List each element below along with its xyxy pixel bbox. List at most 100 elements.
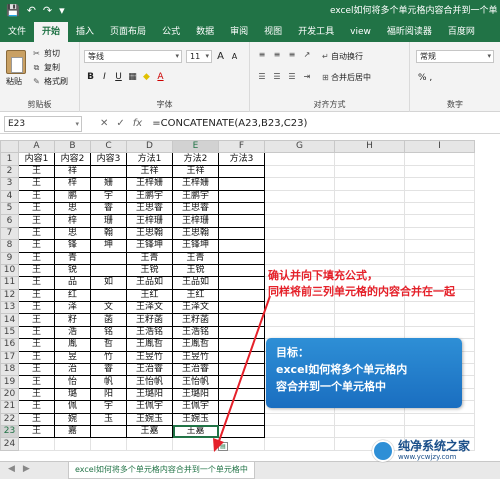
cell-c14[interactable]: 菡: [90, 313, 127, 327]
row-header[interactable]: 11: [0, 276, 19, 290]
cell-c24[interactable]: [90, 437, 127, 451]
shrink-font-button[interactable]: A: [230, 52, 239, 61]
cell-d3[interactable]: 王梓姗: [126, 177, 173, 191]
orientation-icon[interactable]: ↗: [301, 50, 313, 60]
row-header[interactable]: 12: [0, 288, 19, 303]
cell-i22[interactable]: [404, 412, 475, 427]
cell-d5[interactable]: 王思睿: [126, 201, 173, 216]
cell-f6[interactable]: [218, 214, 265, 228]
cell-a6[interactable]: 王: [18, 214, 55, 228]
cell-h4[interactable]: [334, 189, 405, 203]
cell-d7[interactable]: 王思翰: [126, 226, 173, 241]
cell-a13[interactable]: 王: [18, 301, 55, 315]
cell-d12[interactable]: 王红: [126, 288, 173, 303]
cell-d15[interactable]: 王浩铭: [126, 325, 173, 340]
align-middle-icon[interactable]: ≡: [271, 50, 283, 60]
cell-b2[interactable]: 祥: [54, 164, 91, 179]
tab-foxit[interactable]: 福昕阅读器: [379, 22, 440, 42]
cell-f11[interactable]: [218, 276, 265, 290]
cell-i2[interactable]: [404, 164, 475, 179]
tab-data[interactable]: 数据: [188, 22, 222, 42]
border-icon[interactable]: ▦: [128, 72, 137, 82]
tab-insert[interactable]: 插入: [68, 22, 102, 42]
cell-a17[interactable]: 王: [18, 350, 55, 365]
cell-e16[interactable]: 王胤哲: [172, 338, 219, 352]
cell-d8[interactable]: 王锋坤: [126, 239, 173, 253]
cell-h5[interactable]: [334, 201, 405, 216]
cell-f15[interactable]: [218, 325, 265, 340]
cell-g13[interactable]: [264, 301, 335, 315]
cell-g3[interactable]: [264, 177, 335, 191]
cell-g6[interactable]: [264, 214, 335, 228]
redo-icon[interactable]: ↷: [43, 0, 52, 22]
cell-d14[interactable]: 王籽菡: [126, 313, 173, 327]
fill-color-icon[interactable]: ◆: [142, 72, 151, 82]
cell-a16[interactable]: 王: [18, 338, 55, 352]
cell-f10[interactable]: [218, 263, 265, 278]
scroll-right-icon[interactable]: ▶: [23, 464, 30, 474]
cell-e21[interactable]: 王佩宇: [172, 400, 219, 414]
cell-g14[interactable]: [264, 313, 335, 327]
cell-e14[interactable]: 王籽菡: [172, 313, 219, 327]
paste-button[interactable]: 粘贴: [6, 76, 22, 87]
cell-a4[interactable]: 王: [18, 189, 55, 203]
column-header-a[interactable]: A: [18, 139, 55, 154]
cell-a14[interactable]: 王: [18, 313, 55, 327]
scroll-left-icon[interactable]: ◀: [8, 464, 15, 474]
cell-d17[interactable]: 王昱竹: [126, 350, 173, 365]
cell-d18[interactable]: 王治睿: [126, 363, 173, 377]
cell-c18[interactable]: 睿: [90, 363, 127, 377]
cell-b16[interactable]: 胤: [54, 338, 91, 352]
row-header[interactable]: 10: [0, 263, 19, 278]
column-header-f[interactable]: F: [218, 139, 265, 154]
cell-b20[interactable]: 璐: [54, 387, 91, 402]
cell-f18[interactable]: [218, 363, 265, 377]
cell-g9[interactable]: [264, 251, 335, 265]
cell-a21[interactable]: 王: [18, 400, 55, 414]
cell-i14[interactable]: [404, 313, 475, 327]
tab-developer[interactable]: 开发工具: [290, 22, 342, 42]
cell-c22[interactable]: 玉: [90, 412, 127, 427]
cell-d19[interactable]: 王怡帆: [126, 375, 173, 389]
cell-f16[interactable]: [218, 338, 265, 352]
row-header[interactable]: 24: [0, 437, 19, 451]
row-header[interactable]: 3: [0, 177, 19, 191]
cell-c15[interactable]: 铭: [90, 325, 127, 340]
cell-b1[interactable]: 内容2: [54, 152, 91, 166]
copy-button[interactable]: ⧉ 复制: [32, 62, 68, 73]
cell-e18[interactable]: 王治睿: [172, 363, 219, 377]
cell-e2[interactable]: 王祥: [172, 164, 219, 179]
cell-i9[interactable]: [404, 251, 475, 265]
cell-e9[interactable]: 王青: [172, 251, 219, 265]
row-header[interactable]: 21: [0, 400, 19, 414]
cell-e22[interactable]: 王婉玉: [172, 412, 219, 427]
cell-g7[interactable]: [264, 226, 335, 241]
cell-c21[interactable]: 宇: [90, 400, 127, 414]
column-header-g[interactable]: G: [264, 139, 335, 154]
cell-c16[interactable]: 哲: [90, 338, 127, 352]
cell-b14[interactable]: 籽: [54, 313, 91, 327]
cell-e12[interactable]: 王红: [172, 288, 219, 303]
cell-a15[interactable]: 王: [18, 325, 55, 340]
cell-b19[interactable]: 怡: [54, 375, 91, 389]
cell-g4[interactable]: [264, 189, 335, 203]
cell-e1[interactable]: 方法2: [172, 152, 219, 166]
cell-b10[interactable]: 锐: [54, 263, 91, 278]
cell-i7[interactable]: [404, 226, 475, 241]
tab-file[interactable]: 文件: [0, 22, 35, 42]
cell-f9[interactable]: [218, 251, 265, 265]
cell-b6[interactable]: 梓: [54, 214, 91, 228]
cell-g24[interactable]: [264, 437, 335, 451]
cell-c23[interactable]: [90, 424, 127, 439]
cell-a1[interactable]: 内容1: [18, 152, 55, 166]
row-header[interactable]: 17: [0, 350, 19, 365]
cell-d1[interactable]: 方法1: [126, 152, 173, 166]
cell-f8[interactable]: [218, 239, 265, 253]
cell-a3[interactable]: 王: [18, 177, 55, 191]
cell-d13[interactable]: 王泽文: [126, 301, 173, 315]
cell-c20[interactable]: 阳: [90, 387, 127, 402]
italic-button[interactable]: I: [100, 72, 109, 82]
cell-c6[interactable]: 珊: [90, 214, 127, 228]
cell-d11[interactable]: 王品如: [126, 276, 173, 290]
cell-h2[interactable]: [334, 164, 405, 179]
